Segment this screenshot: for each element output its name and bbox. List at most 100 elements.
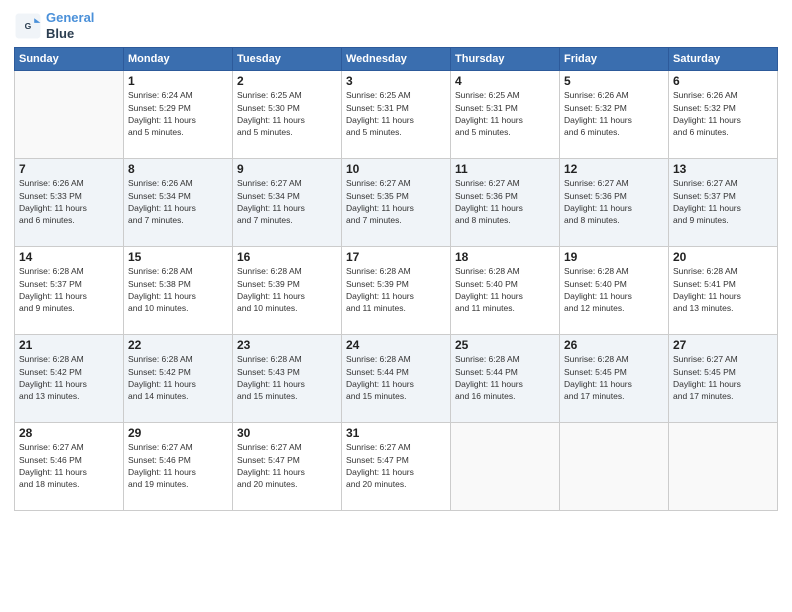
day-info: Sunrise: 6:28 AMSunset: 5:38 PMDaylight:… [128,265,228,314]
calendar-cell: 9Sunrise: 6:27 AMSunset: 5:34 PMDaylight… [233,159,342,247]
calendar-cell: 15Sunrise: 6:28 AMSunset: 5:38 PMDayligh… [124,247,233,335]
calendar-week-2: 7Sunrise: 6:26 AMSunset: 5:33 PMDaylight… [15,159,778,247]
calendar-cell: 2Sunrise: 6:25 AMSunset: 5:30 PMDaylight… [233,71,342,159]
day-info: Sunrise: 6:26 AMSunset: 5:33 PMDaylight:… [19,177,119,226]
day-number: 14 [19,250,119,264]
svg-text:G: G [25,21,32,31]
day-header-saturday: Saturday [669,48,778,71]
calendar-week-1: 1Sunrise: 6:24 AMSunset: 5:29 PMDaylight… [15,71,778,159]
calendar-cell: 6Sunrise: 6:26 AMSunset: 5:32 PMDaylight… [669,71,778,159]
day-number: 15 [128,250,228,264]
day-number: 12 [564,162,664,176]
day-header-wednesday: Wednesday [342,48,451,71]
calendar-week-3: 14Sunrise: 6:28 AMSunset: 5:37 PMDayligh… [15,247,778,335]
calendar-cell: 16Sunrise: 6:28 AMSunset: 5:39 PMDayligh… [233,247,342,335]
calendar-header-row: SundayMondayTuesdayWednesdayThursdayFrid… [15,48,778,71]
calendar-cell: 21Sunrise: 6:28 AMSunset: 5:42 PMDayligh… [15,335,124,423]
day-number: 23 [237,338,337,352]
day-info: Sunrise: 6:27 AMSunset: 5:46 PMDaylight:… [19,441,119,490]
calendar-cell [15,71,124,159]
calendar-cell: 25Sunrise: 6:28 AMSunset: 5:44 PMDayligh… [451,335,560,423]
calendar-cell: 13Sunrise: 6:27 AMSunset: 5:37 PMDayligh… [669,159,778,247]
day-info: Sunrise: 6:27 AMSunset: 5:37 PMDaylight:… [673,177,773,226]
day-number: 21 [19,338,119,352]
calendar-cell: 19Sunrise: 6:28 AMSunset: 5:40 PMDayligh… [560,247,669,335]
day-number: 22 [128,338,228,352]
day-header-tuesday: Tuesday [233,48,342,71]
day-number: 27 [673,338,773,352]
day-number: 26 [564,338,664,352]
day-info: Sunrise: 6:27 AMSunset: 5:47 PMDaylight:… [237,441,337,490]
day-info: Sunrise: 6:28 AMSunset: 5:40 PMDaylight:… [455,265,555,314]
day-info: Sunrise: 6:28 AMSunset: 5:39 PMDaylight:… [237,265,337,314]
calendar-cell: 10Sunrise: 6:27 AMSunset: 5:35 PMDayligh… [342,159,451,247]
day-info: Sunrise: 6:24 AMSunset: 5:29 PMDaylight:… [128,89,228,138]
day-info: Sunrise: 6:27 AMSunset: 5:36 PMDaylight:… [564,177,664,226]
day-info: Sunrise: 6:28 AMSunset: 5:37 PMDaylight:… [19,265,119,314]
page: G General Blue SundayMondayTuesdayWednes… [0,0,792,612]
day-header-friday: Friday [560,48,669,71]
day-info: Sunrise: 6:27 AMSunset: 5:45 PMDaylight:… [673,353,773,402]
calendar-cell: 28Sunrise: 6:27 AMSunset: 5:46 PMDayligh… [15,423,124,511]
calendar-cell: 20Sunrise: 6:28 AMSunset: 5:41 PMDayligh… [669,247,778,335]
calendar-cell: 30Sunrise: 6:27 AMSunset: 5:47 PMDayligh… [233,423,342,511]
day-info: Sunrise: 6:28 AMSunset: 5:42 PMDaylight:… [19,353,119,402]
calendar-cell: 31Sunrise: 6:27 AMSunset: 5:47 PMDayligh… [342,423,451,511]
header: G General Blue [14,10,778,41]
calendar-cell: 14Sunrise: 6:28 AMSunset: 5:37 PMDayligh… [15,247,124,335]
day-info: Sunrise: 6:26 AMSunset: 5:34 PMDaylight:… [128,177,228,226]
calendar-cell: 3Sunrise: 6:25 AMSunset: 5:31 PMDaylight… [342,71,451,159]
day-info: Sunrise: 6:27 AMSunset: 5:34 PMDaylight:… [237,177,337,226]
calendar-cell: 23Sunrise: 6:28 AMSunset: 5:43 PMDayligh… [233,335,342,423]
calendar-cell: 11Sunrise: 6:27 AMSunset: 5:36 PMDayligh… [451,159,560,247]
day-info: Sunrise: 6:28 AMSunset: 5:41 PMDaylight:… [673,265,773,314]
day-info: Sunrise: 6:26 AMSunset: 5:32 PMDaylight:… [673,89,773,138]
day-number: 24 [346,338,446,352]
day-number: 17 [346,250,446,264]
day-number: 8 [128,162,228,176]
day-info: Sunrise: 6:27 AMSunset: 5:35 PMDaylight:… [346,177,446,226]
logo-icon: G [14,12,42,40]
day-info: Sunrise: 6:25 AMSunset: 5:30 PMDaylight:… [237,89,337,138]
day-info: Sunrise: 6:28 AMSunset: 5:39 PMDaylight:… [346,265,446,314]
day-number: 30 [237,426,337,440]
day-info: Sunrise: 6:27 AMSunset: 5:47 PMDaylight:… [346,441,446,490]
day-number: 9 [237,162,337,176]
calendar-cell: 17Sunrise: 6:28 AMSunset: 5:39 PMDayligh… [342,247,451,335]
calendar-cell: 26Sunrise: 6:28 AMSunset: 5:45 PMDayligh… [560,335,669,423]
day-header-sunday: Sunday [15,48,124,71]
day-number: 25 [455,338,555,352]
day-number: 7 [19,162,119,176]
day-info: Sunrise: 6:25 AMSunset: 5:31 PMDaylight:… [346,89,446,138]
day-header-thursday: Thursday [451,48,560,71]
day-number: 1 [128,74,228,88]
calendar: SundayMondayTuesdayWednesdayThursdayFrid… [14,47,778,511]
calendar-cell: 29Sunrise: 6:27 AMSunset: 5:46 PMDayligh… [124,423,233,511]
calendar-cell: 24Sunrise: 6:28 AMSunset: 5:44 PMDayligh… [342,335,451,423]
day-number: 29 [128,426,228,440]
day-number: 6 [673,74,773,88]
day-number: 5 [564,74,664,88]
calendar-cell [451,423,560,511]
calendar-cell: 18Sunrise: 6:28 AMSunset: 5:40 PMDayligh… [451,247,560,335]
day-info: Sunrise: 6:27 AMSunset: 5:46 PMDaylight:… [128,441,228,490]
day-number: 31 [346,426,446,440]
calendar-cell: 7Sunrise: 6:26 AMSunset: 5:33 PMDaylight… [15,159,124,247]
calendar-cell [669,423,778,511]
day-info: Sunrise: 6:28 AMSunset: 5:44 PMDaylight:… [346,353,446,402]
calendar-week-5: 28Sunrise: 6:27 AMSunset: 5:46 PMDayligh… [15,423,778,511]
day-info: Sunrise: 6:26 AMSunset: 5:32 PMDaylight:… [564,89,664,138]
day-info: Sunrise: 6:28 AMSunset: 5:43 PMDaylight:… [237,353,337,402]
day-number: 2 [237,74,337,88]
logo: G General Blue [14,10,94,41]
calendar-cell: 12Sunrise: 6:27 AMSunset: 5:36 PMDayligh… [560,159,669,247]
logo-text: General Blue [46,10,94,41]
day-number: 13 [673,162,773,176]
day-number: 4 [455,74,555,88]
day-number: 16 [237,250,337,264]
calendar-cell: 1Sunrise: 6:24 AMSunset: 5:29 PMDaylight… [124,71,233,159]
day-info: Sunrise: 6:25 AMSunset: 5:31 PMDaylight:… [455,89,555,138]
day-number: 11 [455,162,555,176]
day-info: Sunrise: 6:27 AMSunset: 5:36 PMDaylight:… [455,177,555,226]
calendar-cell: 5Sunrise: 6:26 AMSunset: 5:32 PMDaylight… [560,71,669,159]
